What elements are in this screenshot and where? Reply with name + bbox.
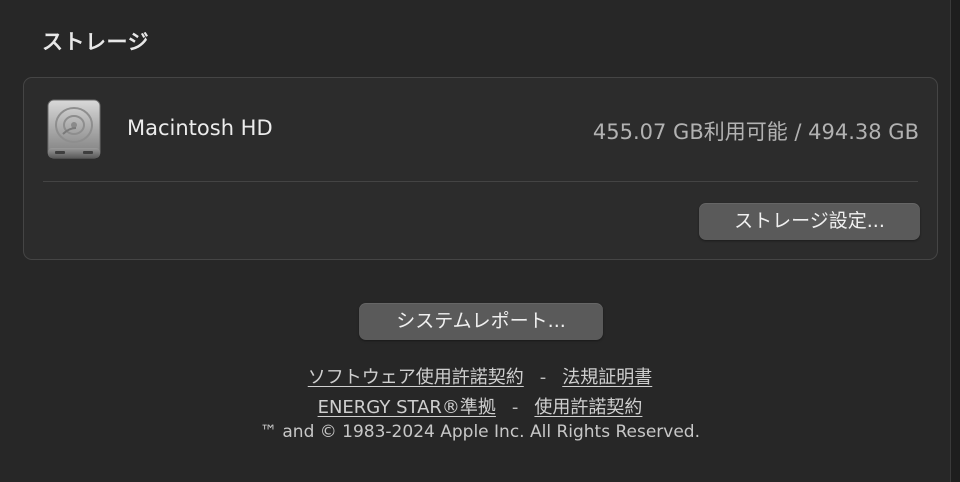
copyright-text: ™ and © 1983-2024 Apple Inc. All Rights … (259, 422, 701, 442)
disk-name: Macintosh HD (127, 116, 273, 140)
storage-card: Macintosh HD 455.07 GB利用可能 / 494.38 GB ス… (23, 77, 938, 260)
software-license-link[interactable]: ソフトウェア使用許諾契約 (308, 367, 524, 388)
storage-settings-button[interactable]: ストレージ設定... (699, 203, 920, 240)
regulatory-certification-link[interactable]: 法規証明書 (562, 367, 652, 388)
energy-star-link[interactable]: ENERGY STAR®準拠 (318, 397, 496, 418)
footer-links-row-1: ソフトウェア使用許諾契約 - 法規証明書 (0, 363, 960, 389)
footer-links-row-2: ENERGY STAR®準拠 - 使用許諾契約 (0, 393, 960, 419)
system-report-button[interactable]: システムレポート... (359, 303, 603, 340)
footer-separator: - (511, 397, 519, 418)
disk-capacity: 455.07 GB利用可能 / 494.38 GB (592, 120, 919, 144)
storage-section-title: ストレージ (42, 30, 150, 54)
license-agreement-link[interactable]: 使用許諾契約 (534, 397, 642, 418)
footer-separator: - (539, 367, 547, 388)
hard-drive-icon (45, 98, 103, 160)
divider (43, 181, 918, 182)
